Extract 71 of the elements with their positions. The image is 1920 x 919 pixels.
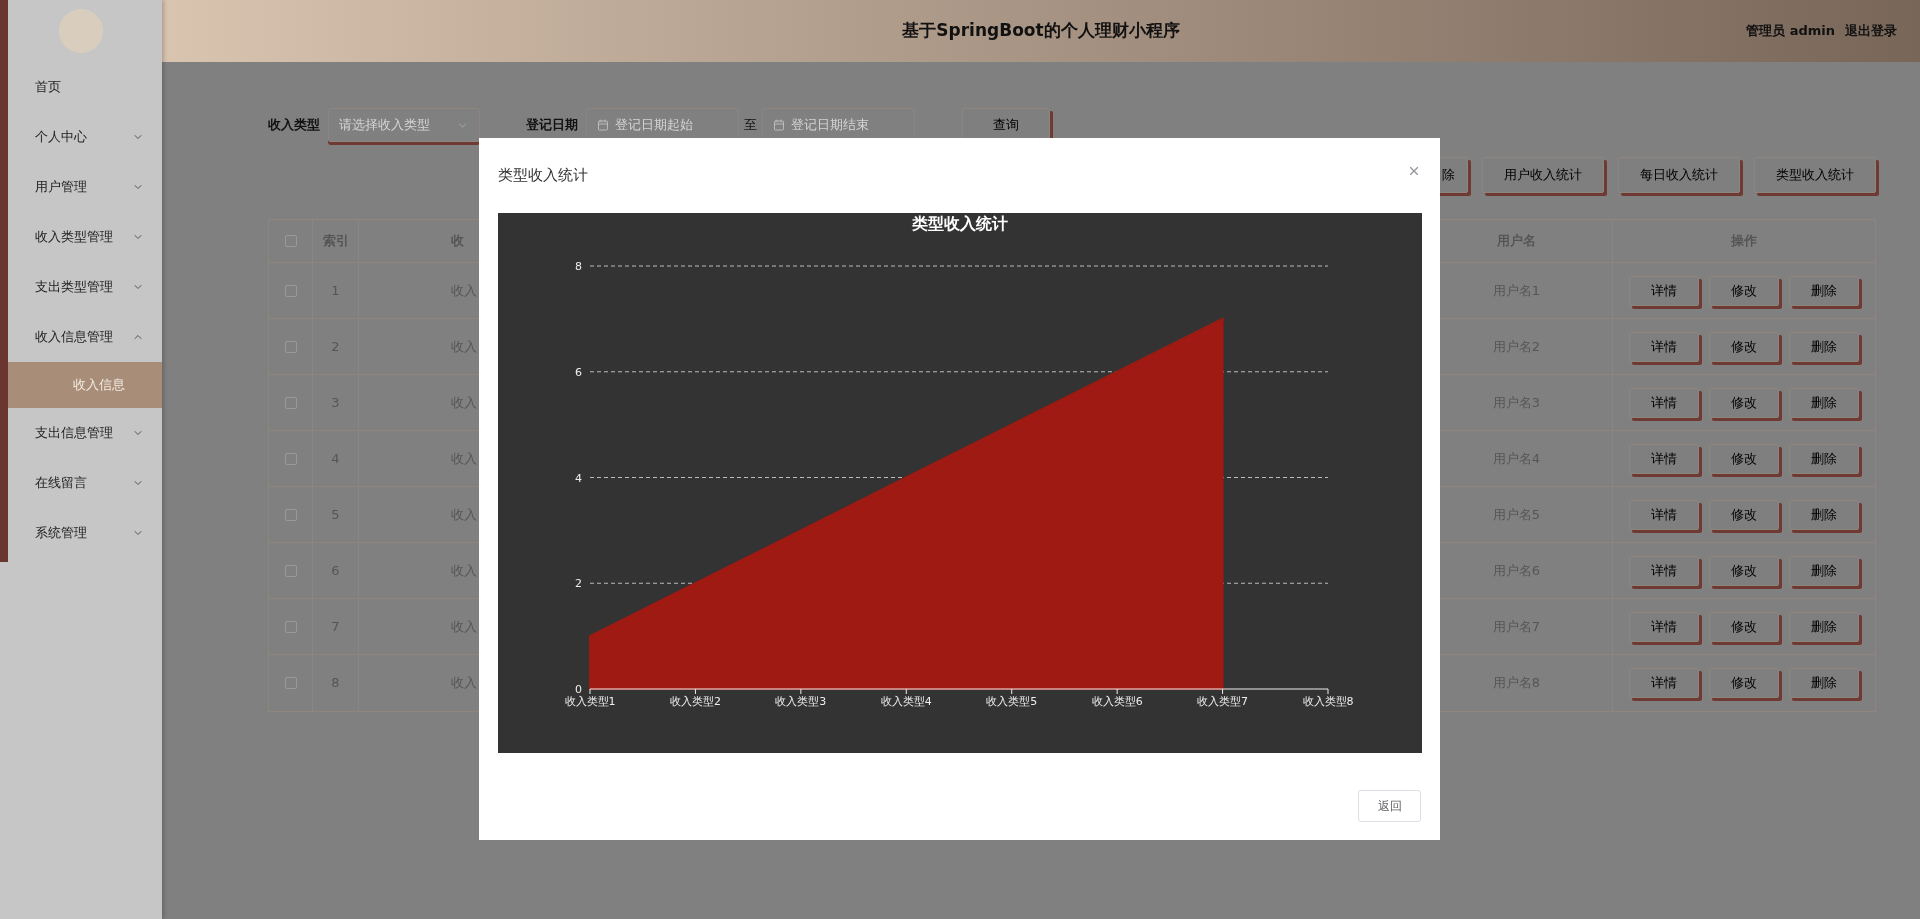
sidebar-item[interactable]: 个人中心 [8, 112, 162, 162]
chart-title: 类型收入统计 [912, 214, 1008, 233]
row-action-button[interactable]: 修改 [1709, 331, 1779, 362]
row-action-button[interactable]: 修改 [1709, 499, 1779, 530]
row-action-button[interactable]: 修改 [1709, 668, 1779, 698]
row-action-button[interactable]: 删除 [1789, 443, 1859, 474]
x-tick-label: 收入类型5 [986, 695, 1038, 708]
checkbox[interactable] [284, 508, 297, 521]
sidebar-item[interactable]: 支出类型管理 [8, 262, 162, 312]
x-tick-label: 收入类型6 [1091, 695, 1143, 708]
sidebar-item[interactable]: 在线留言 [8, 458, 162, 508]
sidebar-item[interactable]: 用户管理 [8, 162, 162, 212]
x-tick-label: 收入类型8 [1302, 695, 1354, 708]
checkbox[interactable] [284, 340, 297, 353]
row-action-button[interactable]: 修改 [1709, 555, 1779, 586]
sidebar-item[interactable]: 首页 [8, 62, 162, 112]
row-action-button[interactable]: 删除 [1789, 555, 1859, 586]
user-label: 管理员 admin [1746, 22, 1835, 41]
checkbox[interactable] [284, 564, 297, 577]
checkbox[interactable] [284, 284, 297, 297]
app-title: 基于SpringBoot的个人理财小程序 [902, 19, 1180, 43]
row-action-button[interactable]: 详情 [1629, 611, 1699, 642]
x-tick-label: 收入类型2 [669, 695, 721, 708]
row-action-button[interactable]: 删除 [1789, 387, 1859, 418]
y-tick-label: 2 [575, 577, 582, 591]
sidebar-item[interactable]: 系统管理 [8, 508, 162, 558]
row-action-button[interactable]: 修改 [1709, 275, 1779, 306]
row-action-button[interactable]: 详情 [1629, 443, 1699, 474]
modal-title: 类型收入统计 [498, 165, 588, 187]
checkbox[interactable] [284, 396, 297, 409]
row-action-button[interactable]: 详情 [1629, 331, 1699, 362]
row-action-button[interactable]: 删除 [1789, 668, 1859, 698]
row-action-button[interactable]: 删除 [1789, 611, 1859, 642]
sidebar-subitem[interactable]: 收入信息 [8, 362, 162, 408]
row-action-button[interactable]: 详情 [1629, 499, 1699, 530]
date-separator: 至 [744, 116, 757, 135]
calendar-icon [597, 119, 609, 131]
field-label: 收入类型 [268, 116, 320, 135]
row-action-button[interactable]: 详情 [1629, 668, 1699, 698]
x-tick-label: 收入类型4 [880, 695, 932, 708]
y-tick-label: 0 [575, 683, 582, 696]
sidebar-item[interactable]: 收入类型管理 [8, 212, 162, 262]
checkbox[interactable] [284, 235, 297, 247]
logout-link[interactable]: 退出登录 [1845, 21, 1897, 41]
row-action-button[interactable]: 删除 [1789, 331, 1859, 362]
x-tick-label: 收入类型1 [564, 695, 616, 708]
calendar-icon [773, 119, 785, 131]
row-action-button[interactable]: 删除 [1789, 275, 1859, 306]
type-select[interactable]: 请选择收入类型 [328, 108, 480, 142]
row-action-button[interactable]: 修改 [1709, 611, 1779, 642]
y-tick-label: 6 [575, 365, 582, 379]
sidebar-item[interactable]: 收入信息管理 [8, 312, 162, 362]
toolbar-button[interactable]: 用户收入统计 [1482, 157, 1604, 193]
row-action-button[interactable]: 修改 [1709, 443, 1779, 474]
sidebar-item[interactable]: 支出信息管理 [8, 408, 162, 458]
toolbar-button[interactable]: 类型收入统计 [1754, 157, 1876, 193]
checkbox[interactable] [284, 452, 297, 465]
field-label: 登记日期 [526, 116, 578, 135]
toolbar-button[interactable]: 每日收入统计 [1618, 157, 1740, 193]
y-tick-label: 8 [575, 260, 582, 273]
row-action-button[interactable]: 详情 [1629, 275, 1699, 306]
row-action-button[interactable]: 详情 [1629, 555, 1699, 586]
x-tick-label: 收入类型3 [775, 695, 827, 708]
row-action-button[interactable]: 详情 [1629, 387, 1699, 418]
checkbox[interactable] [284, 677, 297, 689]
back-button[interactable]: 返回 [1358, 790, 1421, 822]
row-action-button[interactable]: 删除 [1789, 499, 1859, 530]
checkbox[interactable] [284, 620, 297, 633]
y-tick-label: 4 [575, 471, 582, 485]
x-tick-label: 收入类型7 [1197, 695, 1249, 708]
row-action-button[interactable]: 修改 [1709, 387, 1779, 418]
